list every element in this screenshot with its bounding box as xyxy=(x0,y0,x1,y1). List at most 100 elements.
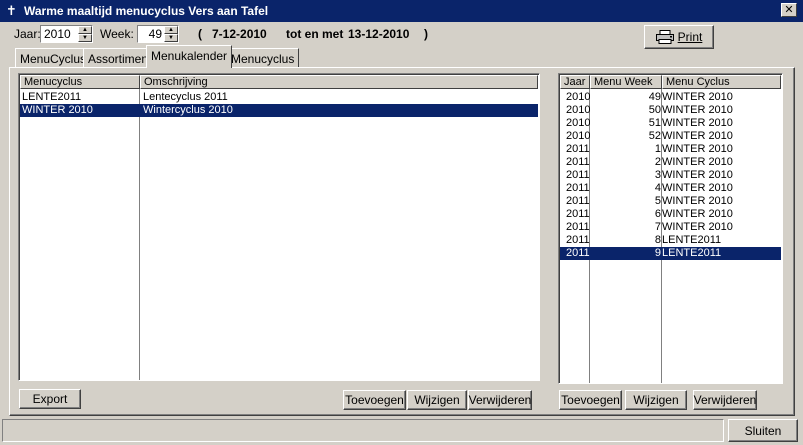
table-row[interactable]: 2011 8 LENTE2011 xyxy=(560,234,781,247)
cell-menu-week: 50 xyxy=(648,104,661,116)
table-row[interactable]: 2011 7 WINTER 2010 xyxy=(560,221,781,234)
left-toevoegen-button[interactable]: Toevoegen xyxy=(343,390,406,410)
tab-menukalender[interactable]: Menukalender xyxy=(146,45,233,68)
paren-open: ( xyxy=(198,27,202,41)
table-row[interactable]: 2011 6 WINTER 2010 xyxy=(560,208,781,221)
cell-jaar: 2011 xyxy=(566,208,590,220)
caret-up-icon: ▲ xyxy=(168,27,174,33)
tab-menucyclus[interactable]: MenuCyclus xyxy=(15,48,92,68)
cell-omschrijving: Lentecyclus 2011 xyxy=(143,91,228,103)
table-row[interactable]: 2010 52 WINTER 2010 xyxy=(560,130,781,143)
cell-menu-week: 7 xyxy=(654,221,661,233)
toevoegen-label: Toevoegen xyxy=(345,393,404,407)
sluiten-label: Sluiten xyxy=(744,423,782,438)
cell-menu-cyclus: WINTER 2010 xyxy=(662,169,733,181)
col-header-menu-week[interactable]: Menu Week xyxy=(590,75,662,89)
tab-menucyclus-2[interactable]: Menucyclus xyxy=(226,48,300,68)
table-row[interactable]: 2011 1 WINTER 2010 xyxy=(560,143,781,156)
right-toevoegen-button[interactable]: Toevoegen xyxy=(559,390,622,410)
cell-jaar: 2010 xyxy=(566,104,590,116)
cell-menu-week: 49 xyxy=(648,91,661,103)
cell-menu-week: 5 xyxy=(654,195,661,207)
table-row[interactable]: 2011 5 WINTER 2010 xyxy=(560,195,781,208)
week-down-button[interactable]: ▼ xyxy=(164,34,178,42)
week-label: Week: xyxy=(100,27,134,41)
cell-menu-cyclus: WINTER 2010 xyxy=(662,104,733,116)
cell-menu-week: 3 xyxy=(654,169,661,181)
col-header-omschrijving[interactable]: Omschrijving xyxy=(140,75,538,89)
menukalender-table[interactable]: Jaar Menu Week Menu Cyclus 2010 49 WINTER … xyxy=(558,73,783,384)
col-header-jaar[interactable]: Jaar xyxy=(560,75,590,89)
right-verwijderen-button[interactable]: Verwijderen xyxy=(693,390,757,410)
printer-icon xyxy=(655,30,674,44)
col-header-menucyclus[interactable]: Menucyclus xyxy=(20,75,140,89)
tab-assortiment-label: Assortiment xyxy=(88,52,152,66)
cell-menu-cyclus: WINTER 2010 xyxy=(662,91,733,103)
cell-menu-week: 2 xyxy=(654,156,661,168)
cell-jaar: 2010 xyxy=(566,117,590,129)
col-header-menu-cyclus[interactable]: Menu Cyclus xyxy=(662,75,781,89)
date-to: 13-12-2010 xyxy=(348,27,410,41)
menucyclus-table[interactable]: Menucyclus Omschrijving LENTE2011 Lentecy… xyxy=(18,73,540,381)
week-up-button[interactable]: ▲ xyxy=(164,26,178,34)
cell-menucyclus: LENTE2011 xyxy=(22,91,82,103)
table-row[interactable]: 2010 50 WINTER 2010 xyxy=(560,104,781,117)
cell-menu-cyclus: WINTER 2010 xyxy=(662,156,733,168)
table-row[interactable]: 2011 2 WINTER 2010 xyxy=(560,156,781,169)
jaar-spinner[interactable]: ▲ ▼ xyxy=(40,25,93,43)
jaar-label: Jaar: xyxy=(14,27,41,41)
cell-jaar: 2011 xyxy=(566,169,590,181)
table-row[interactable]: 2011 9 LENTE2011 xyxy=(560,247,781,260)
print-label: Print xyxy=(677,30,703,44)
status-area xyxy=(2,419,724,442)
print-button[interactable]: Print xyxy=(644,25,714,49)
sluiten-button[interactable]: Sluiten xyxy=(728,419,798,442)
tab-menucyclus-label: MenuCyclus xyxy=(20,52,87,66)
cell-menu-week: 51 xyxy=(648,117,661,129)
cell-menu-cyclus: LENTE2011 xyxy=(662,234,722,246)
cell-menu-week: 52 xyxy=(648,130,661,142)
cell-menu-cyclus: WINTER 2010 xyxy=(662,143,733,155)
table-row[interactable]: 2010 51 WINTER 2010 xyxy=(560,117,781,130)
jaar-down-button[interactable]: ▼ xyxy=(78,34,92,42)
table-row[interactable]: 2010 49 WINTER 2010 xyxy=(560,91,781,104)
week-input[interactable] xyxy=(139,26,164,42)
table-row[interactable]: 2011 4 WINTER 2010 xyxy=(560,182,781,195)
tot-en-met-label: tot en met xyxy=(286,27,344,41)
cell-jaar: 2010 xyxy=(566,130,590,142)
jaar-up-button[interactable]: ▲ xyxy=(78,26,92,34)
export-button[interactable]: Export xyxy=(19,389,81,409)
window-title: Warme maaltijd menucyclus Vers aan Tafel xyxy=(24,4,269,18)
table-row[interactable]: 2011 3 WINTER 2010 xyxy=(560,169,781,182)
cell-menu-cyclus: WINTER 2010 xyxy=(662,182,733,194)
title-bar: ✝ Warme maaltijd menucyclus Vers aan Taf… xyxy=(0,0,803,22)
cell-menu-week: 1 xyxy=(654,143,661,155)
cell-menu-cyclus: LENTE2011 xyxy=(662,247,722,259)
week-spinner[interactable]: ▲ ▼ xyxy=(137,25,179,43)
cell-menu-cyclus: WINTER 2010 xyxy=(662,130,733,142)
cell-menu-cyclus: WINTER 2010 xyxy=(662,221,733,233)
right-wijzigen-button[interactable]: Wijzigen xyxy=(625,390,687,410)
cell-jaar: 2011 xyxy=(566,234,590,246)
export-label: Export xyxy=(32,392,68,406)
wijzigen-label: Wijzigen xyxy=(633,393,679,407)
table-row[interactable]: LENTE2011 Lentecyclus 2011 xyxy=(20,91,538,104)
cell-jaar: 2011 xyxy=(566,195,590,207)
table-row[interactable]: WINTER 2010 Wintercyclus 2010 xyxy=(20,104,538,117)
caret-down-icon: ▼ xyxy=(82,35,88,41)
cell-omschrijving: Wintercyclus 2010 xyxy=(143,104,233,116)
cell-menu-cyclus: WINTER 2010 xyxy=(662,208,733,220)
left-wijzigen-button[interactable]: Wijzigen xyxy=(407,390,467,410)
jaar-input[interactable] xyxy=(42,26,78,42)
cell-menu-cyclus: WINTER 2010 xyxy=(662,195,733,207)
cell-jaar: 2011 xyxy=(566,247,590,259)
close-button[interactable]: ✕ xyxy=(781,3,797,17)
app-icon: ✝ xyxy=(6,3,17,18)
left-verwijderen-button[interactable]: Verwijderen xyxy=(468,390,532,410)
cell-jaar: 2010 xyxy=(566,91,590,103)
cell-menu-week: 6 xyxy=(654,208,661,220)
cell-jaar: 2011 xyxy=(566,182,590,194)
toevoegen-label: Toevoegen xyxy=(561,393,620,407)
cell-jaar: 2011 xyxy=(566,221,590,233)
close-icon: ✕ xyxy=(784,4,794,16)
